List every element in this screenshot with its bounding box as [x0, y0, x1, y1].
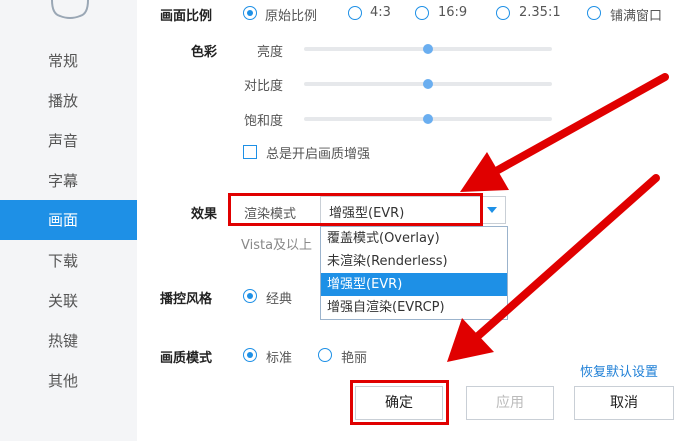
control-style-label: 播控风格 — [160, 292, 213, 307]
aspect-radio-fill[interactable] — [587, 6, 601, 20]
render-mode-note: Vista及以上 — [241, 238, 313, 253]
gear-icon — [51, 0, 89, 19]
render-option-evrcp[interactable]: 增强自渲染(EVRCP) — [321, 296, 507, 319]
sidebar-item-sound[interactable]: 声音 — [0, 121, 137, 161]
annotation-box-ok — [350, 380, 449, 425]
quality-option-vivid[interactable]: 艳丽 — [341, 347, 367, 366]
aspect-option-2-35[interactable]: 2.35:1 — [519, 5, 561, 20]
saturation-label: 饱和度 — [244, 114, 284, 129]
aspect-option-16-9[interactable]: 16:9 — [438, 5, 467, 20]
sidebar-item-picture[interactable]: 画面 — [0, 200, 137, 240]
annotation-box-render-mode — [228, 193, 483, 226]
aspect-radio-2-35[interactable] — [496, 6, 510, 20]
color-label: 色彩 — [191, 45, 218, 60]
render-option-renderless[interactable]: 未渲染(Renderless) — [321, 250, 507, 273]
control-style-option-classic[interactable]: 经典 — [266, 288, 292, 307]
always-enhance-checkbox[interactable] — [243, 145, 257, 159]
aspect-radio-original[interactable] — [243, 6, 257, 20]
chevron-down-icon[interactable] — [487, 207, 497, 213]
settings-sidebar: 常规 播放 声音 字幕 画面 下载 关联 热键 其他 — [0, 0, 137, 441]
cancel-button[interactable]: 取消 — [574, 386, 674, 420]
quality-label: 画质模式 — [160, 351, 213, 366]
control-style-radio-classic[interactable] — [243, 289, 257, 303]
sidebar-item-other[interactable]: 其他 — [0, 361, 137, 401]
aspect-radio-16-9[interactable] — [415, 6, 429, 20]
saturation-slider[interactable] — [304, 114, 552, 124]
brightness-label: 亮度 — [257, 45, 284, 60]
aspect-ratio-label: 画面比例 — [160, 9, 213, 24]
quality-radio-standard[interactable] — [243, 348, 257, 362]
render-mode-dropdown[interactable]: 覆盖模式(Overlay) 未渲染(Renderless) 增强型(EVR) 增… — [320, 226, 508, 320]
contrast-knob[interactable] — [423, 79, 433, 89]
sidebar-item-download[interactable]: 下载 — [0, 241, 137, 281]
apply-button[interactable]: 应用 — [466, 386, 554, 420]
always-enhance-label[interactable]: 总是开启画质增强 — [266, 143, 370, 162]
aspect-option-original[interactable]: 原始比例 — [265, 5, 317, 24]
brightness-knob[interactable] — [423, 44, 433, 54]
effect-label: 效果 — [191, 207, 218, 222]
aspect-option-fill[interactable]: 铺满窗口 — [610, 5, 662, 24]
render-option-overlay[interactable]: 覆盖模式(Overlay) — [321, 227, 507, 250]
aspect-radio-4-3[interactable] — [348, 6, 362, 20]
sidebar-item-general[interactable]: 常规 — [0, 41, 137, 81]
sidebar-item-subtitle[interactable]: 字幕 — [0, 161, 137, 201]
quality-option-standard[interactable]: 标准 — [266, 347, 292, 366]
sidebar-item-hotkeys[interactable]: 热键 — [0, 321, 137, 361]
render-option-evr[interactable]: 增强型(EVR) — [321, 273, 507, 296]
sidebar-item-playback[interactable]: 播放 — [0, 81, 137, 121]
aspect-option-4-3[interactable]: 4:3 — [370, 5, 391, 20]
saturation-knob[interactable] — [423, 114, 433, 124]
contrast-label: 对比度 — [244, 79, 284, 94]
sidebar-item-association[interactable]: 关联 — [0, 281, 137, 321]
brightness-slider[interactable] — [304, 44, 552, 54]
quality-radio-vivid[interactable] — [318, 348, 332, 362]
restore-defaults-link[interactable]: 恢复默认设置 — [580, 361, 658, 380]
contrast-slider[interactable] — [304, 79, 552, 89]
